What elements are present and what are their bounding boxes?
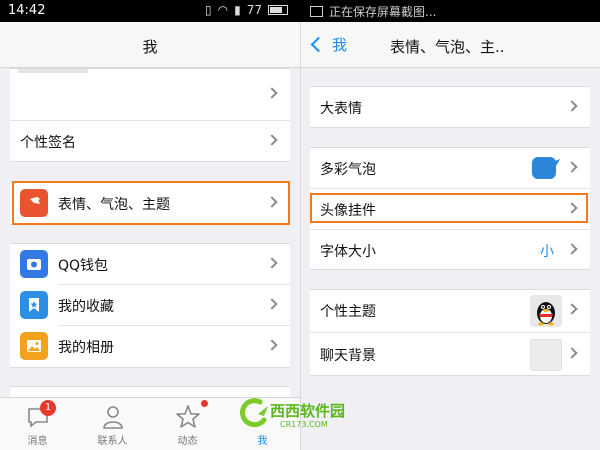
profile-group: 个性签名 bbox=[10, 68, 290, 162]
favorites-label: 我的收藏 bbox=[58, 299, 114, 315]
back-button[interactable]: 我 bbox=[309, 34, 347, 55]
background-thumbnail bbox=[530, 339, 562, 371]
chevron-right-icon bbox=[566, 243, 578, 255]
personal-theme-cell[interactable]: 个性主题 bbox=[310, 290, 590, 333]
tab-label: 动态 bbox=[177, 436, 198, 447]
big-emoticons-label: 大表情 bbox=[320, 101, 362, 117]
favorites-cell[interactable]: 我的收藏 bbox=[10, 285, 290, 326]
big-emoticons-cell[interactable]: 大表情 bbox=[310, 87, 590, 128]
wallet-cell[interactable]: QQ钱包 bbox=[10, 244, 290, 285]
status-bar: 14:42 ▯ ◠ ▮ 77 正在保存屏幕截图... bbox=[0, 0, 600, 22]
signature-cell[interactable]: 个性签名 bbox=[10, 121, 290, 162]
personal-theme-label: 个性主题 bbox=[320, 304, 376, 320]
new-dot bbox=[201, 400, 208, 407]
star-icon bbox=[176, 405, 200, 428]
split-divider bbox=[300, 22, 301, 450]
wallet-icon bbox=[20, 250, 48, 278]
theme-bg-group: 个性主题 聊天背景 bbox=[310, 289, 590, 376]
highlight-box bbox=[12, 181, 290, 225]
chevron-right-icon bbox=[266, 339, 278, 351]
favorites-icon bbox=[20, 291, 48, 319]
colorful-bubbles-label: 多彩气泡 bbox=[320, 162, 376, 178]
theme-thumbnail bbox=[530, 295, 562, 327]
profile-cell[interactable] bbox=[10, 69, 290, 121]
wallet-label: QQ钱包 bbox=[58, 258, 109, 274]
page-title: 表情、气泡、主.. bbox=[390, 38, 505, 56]
font-size-label: 字体大小 bbox=[320, 244, 376, 260]
screenshot-notification: 正在保存屏幕截图... bbox=[310, 3, 436, 20]
image-icon bbox=[310, 6, 323, 17]
battery-level: 77 bbox=[246, 3, 262, 17]
saving-text: 正在保存屏幕截图... bbox=[329, 5, 437, 19]
signal-icon: ▮ bbox=[234, 3, 241, 17]
colorful-bubbles-cell[interactable]: 多彩气泡 bbox=[310, 148, 590, 189]
bubble-preview-icon bbox=[532, 157, 560, 179]
svg-text:西西软件园: 西西软件园 bbox=[270, 402, 345, 420]
tab-label: 消息 bbox=[27, 436, 48, 447]
left-navbar: 我 bbox=[0, 22, 300, 68]
tab-label: 我 bbox=[257, 436, 268, 447]
chevron-right-icon bbox=[566, 161, 578, 173]
font-size-cell[interactable]: 字体大小 小 bbox=[310, 230, 590, 271]
signature-label: 个性签名 bbox=[20, 135, 76, 151]
chevron-right-icon bbox=[266, 298, 278, 310]
chat-background-label: 聊天背景 bbox=[320, 348, 376, 364]
tab-contacts[interactable]: 联系人 bbox=[75, 398, 150, 450]
unread-badge: 1 bbox=[40, 400, 56, 416]
chevron-right-icon bbox=[566, 303, 578, 315]
status-icons: ▯ ◠ ▮ 77 bbox=[205, 3, 288, 17]
chevron-right-icon bbox=[266, 87, 278, 99]
tab-moments[interactable]: 动态 bbox=[150, 398, 225, 450]
album-label: 我的相册 bbox=[58, 340, 114, 356]
penguin-icon bbox=[537, 302, 555, 326]
tab-messages[interactable]: 1 消息 bbox=[0, 398, 75, 450]
tab-label: 联系人 bbox=[97, 436, 128, 447]
chat-background-cell[interactable]: 聊天背景 bbox=[310, 334, 590, 377]
chevron-right-icon bbox=[266, 134, 278, 146]
person-icon bbox=[103, 406, 123, 429]
battery-icon bbox=[267, 5, 288, 15]
font-size-value: 小 bbox=[540, 244, 554, 260]
album-icon bbox=[20, 332, 48, 360]
back-label: 我 bbox=[332, 36, 348, 54]
chevron-right-icon bbox=[266, 257, 278, 269]
chevron-right-icon bbox=[566, 100, 578, 112]
vibrate-icon: ▯ bbox=[205, 3, 212, 17]
status-time: 14:42 bbox=[8, 3, 46, 18]
album-cell[interactable]: 我的相册 bbox=[10, 326, 290, 367]
big-emoticons-group: 大表情 bbox=[310, 86, 590, 128]
wallet-group: QQ钱包 我的收藏 我的相册 bbox=[10, 243, 290, 368]
highlight-box bbox=[310, 193, 588, 223]
wifi-icon: ◠ bbox=[217, 3, 229, 17]
chevron-left-icon bbox=[310, 36, 327, 53]
chevron-right-icon bbox=[566, 347, 578, 359]
svg-text:CR173.COM: CR173.COM bbox=[280, 420, 328, 429]
page-title: 我 bbox=[142, 38, 158, 56]
profile-partial bbox=[18, 69, 88, 73]
right-navbar: 我 表情、气泡、主.. bbox=[301, 22, 600, 68]
watermark-logo: 西西软件园 CR173.COM bbox=[238, 396, 368, 430]
cell-separator bbox=[310, 332, 590, 333]
